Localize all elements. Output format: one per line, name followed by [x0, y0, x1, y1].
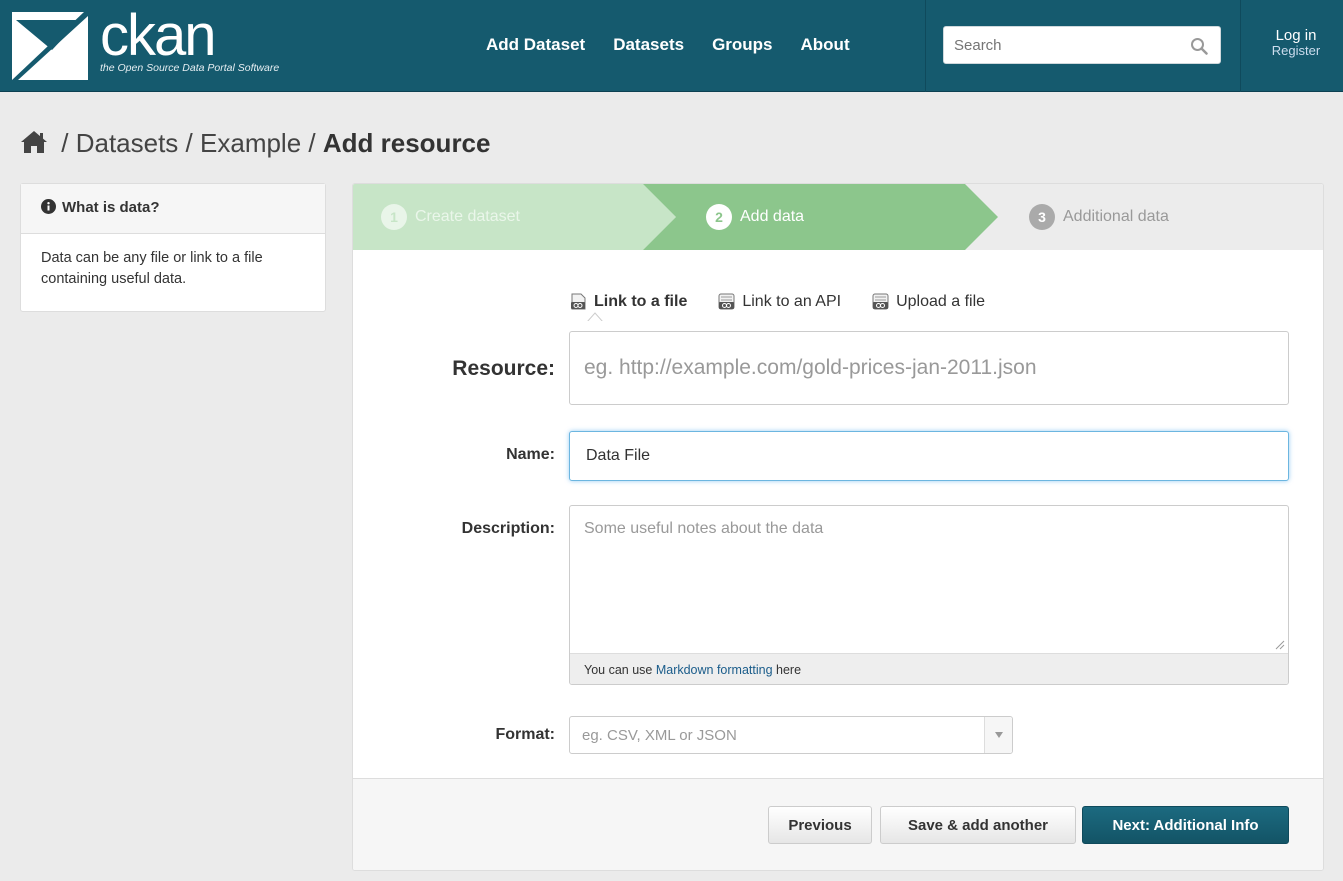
- save-add-another-button[interactable]: Save & add another: [880, 806, 1076, 844]
- tab-label: Link to an API: [742, 292, 842, 310]
- resource-url-field[interactable]: [569, 331, 1289, 405]
- breadcrumb-datasets[interactable]: Datasets: [76, 128, 179, 158]
- previous-button[interactable]: Previous: [768, 806, 872, 844]
- breadcrumb-separator: /: [61, 128, 69, 158]
- nav-about[interactable]: About: [801, 35, 850, 55]
- ckan-logo[interactable]: ckan the Open Source Data Portal Softwar…: [12, 3, 312, 80]
- format-input[interactable]: [582, 727, 982, 744]
- nav-add-dataset[interactable]: Add Dataset: [486, 35, 585, 55]
- format-field[interactable]: [569, 716, 1013, 754]
- tab-label: Link to a file: [594, 292, 688, 310]
- envelope-logo-icon: [12, 12, 88, 80]
- info-panel-heading: What is data?: [21, 184, 325, 234]
- stage-number: 2: [706, 204, 732, 230]
- breadcrumb: / Datasets / Example / Add resource: [20, 128, 490, 159]
- description-textarea[interactable]: [584, 520, 1274, 650]
- info-panel-body: Data can be any file or link to a file c…: [41, 250, 263, 287]
- markdown-hint: You can use Markdown formatting here: [570, 653, 1288, 684]
- header-divider: [1240, 0, 1241, 92]
- info-panel: What is data? Data can be any file or li…: [20, 183, 326, 312]
- stage-number: 3: [1029, 204, 1055, 230]
- info-panel-title: What is data?: [62, 199, 160, 216]
- stage-additional-data: 3 Additional data: [1029, 184, 1169, 250]
- search-input[interactable]: [954, 35, 1174, 55]
- format-label: Format:: [495, 726, 555, 743]
- tab-link-to-file[interactable]: Link to a file: [569, 292, 687, 311]
- main-nav: Add Dataset Datasets Groups About: [486, 35, 878, 55]
- stage-label: Additional data: [1063, 208, 1169, 225]
- logo-tagline: the Open Source Data Portal Software: [100, 62, 280, 74]
- tab-label: Upload a file: [896, 292, 986, 310]
- breadcrumb-active: Add resource: [322, 128, 491, 158]
- link-api-icon: [718, 293, 735, 310]
- stage-add-data: 2 Add data: [706, 184, 804, 250]
- description-field[interactable]: You can use Markdown formatting here: [569, 505, 1289, 685]
- name-input[interactable]: [586, 447, 1266, 465]
- register-link[interactable]: Register: [1256, 44, 1336, 58]
- stage-number: 1: [381, 204, 407, 230]
- progress-stages: 1 Create dataset 2 Add data 3 Additional…: [353, 184, 1323, 250]
- name-label: Name:: [506, 446, 555, 463]
- tab-link-to-api[interactable]: Link to an API: [717, 292, 841, 311]
- markdown-hint-prefix: You can use: [584, 663, 656, 677]
- format-dropdown-toggle[interactable]: [984, 717, 1012, 753]
- resize-handle-icon[interactable]: [1275, 640, 1285, 650]
- link-file-icon: [571, 293, 586, 310]
- search-box[interactable]: [943, 26, 1221, 64]
- header-divider: [925, 0, 926, 92]
- breadcrumb-separator: /: [308, 128, 316, 158]
- tab-upload-file[interactable]: Upload a file: [871, 292, 985, 311]
- search-icon[interactable]: [1190, 37, 1208, 55]
- active-tab-caret: [587, 312, 603, 322]
- name-field[interactable]: [569, 431, 1289, 481]
- breadcrumb-example[interactable]: Example: [200, 128, 301, 158]
- home-icon[interactable]: [20, 130, 48, 154]
- nav-groups[interactable]: Groups: [712, 35, 772, 55]
- breadcrumb-separator: /: [185, 128, 193, 158]
- stage-create-dataset[interactable]: 1 Create dataset: [381, 184, 520, 250]
- form-actions: Previous Save & add another Next: Additi…: [353, 778, 1323, 870]
- resource-url-input[interactable]: [584, 356, 1274, 380]
- masthead: ckan the Open Source Data Portal Softwar…: [0, 0, 1343, 92]
- nav-datasets[interactable]: Datasets: [613, 35, 684, 55]
- upload-file-icon: [872, 293, 889, 310]
- description-label: Description:: [461, 520, 555, 537]
- resource-form: 1 Create dataset 2 Add data 3 Additional…: [352, 183, 1324, 871]
- markdown-link[interactable]: Markdown formatting: [656, 663, 773, 677]
- stage-label: Create dataset: [415, 208, 520, 225]
- chevron-down-icon: [994, 732, 1003, 738]
- logo-wordmark: ckan: [100, 3, 217, 68]
- stage-label: Add data: [740, 208, 805, 225]
- resource-type-tabs: Link to a file Link to an API Upload a f…: [569, 292, 1015, 311]
- next-additional-info-button[interactable]: Next: Additional Info: [1082, 806, 1289, 844]
- account-links: Log in Register: [1256, 28, 1336, 58]
- markdown-hint-suffix: here: [772, 663, 802, 677]
- login-link[interactable]: Log in: [1256, 28, 1336, 44]
- info-icon: [41, 199, 56, 214]
- resource-label: Resource:: [452, 357, 555, 380]
